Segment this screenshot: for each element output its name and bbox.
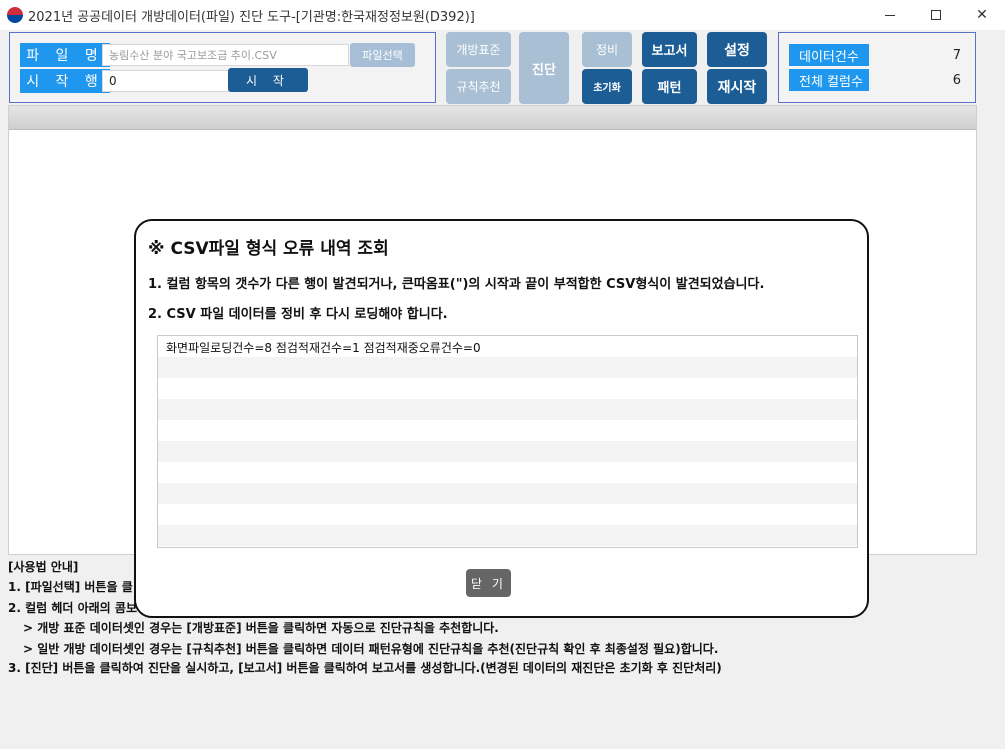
dialog-title: ※ CSV파일 형식 오류 내역 조회 bbox=[148, 239, 389, 259]
rule-recommend-button[interactable]: 규칙추천 bbox=[446, 69, 511, 104]
maximize-icon bbox=[931, 10, 941, 20]
minimize-icon bbox=[885, 14, 895, 16]
error-list[interactable]: 화면파일로딩건수=8 점검적재건수=1 점검적재중오류건수=0 bbox=[157, 335, 858, 548]
list-item bbox=[158, 462, 857, 483]
list-item bbox=[158, 357, 857, 378]
guide-line-2: 2. 컬럼 헤더 아래의 콤보 bbox=[8, 601, 137, 615]
maximize-button[interactable] bbox=[913, 0, 959, 30]
csv-error-dialog: ※ CSV파일 형식 오류 내역 조회 1. 컬럼 항목의 갯수가 다른 행이 … bbox=[134, 219, 869, 618]
list-item bbox=[158, 420, 857, 441]
diagnose-button[interactable]: 진단 bbox=[519, 32, 569, 104]
cleanup-button[interactable]: 정비 bbox=[582, 32, 632, 67]
guide-line-2a: > 개방 표준 데이터셋인 경우는 [개방표준] 버튼을 클릭하면 자동으로 진… bbox=[23, 621, 499, 635]
file-select-button[interactable]: 파일선택 bbox=[350, 43, 415, 67]
guide-line-2b: > 일반 개방 데이터셋인 경우는 [규칙추천] 버튼을 클릭하면 데이터 패턴… bbox=[23, 642, 719, 656]
close-window-button[interactable]: ✕ bbox=[959, 0, 1005, 30]
list-item bbox=[158, 378, 857, 399]
list-item bbox=[158, 525, 857, 546]
guide-heading: [사용법 안내] bbox=[8, 560, 79, 574]
list-item bbox=[158, 483, 857, 504]
dialog-message-2: 2. CSV 파일 데이터를 정비 후 다시 로딩해야 합니다. bbox=[148, 307, 448, 322]
dialog-close-button[interactable]: 닫 기 bbox=[466, 569, 511, 597]
start-button[interactable]: 시 작 bbox=[228, 68, 308, 92]
file-name-label: 파 일 명 bbox=[20, 43, 110, 67]
list-item bbox=[158, 441, 857, 462]
settings-button[interactable]: 설정 bbox=[707, 32, 767, 67]
taegeuk-icon bbox=[7, 7, 23, 23]
file-name-field[interactable]: 농림수산 분야 국고보조금 추이.CSV bbox=[102, 44, 349, 66]
open-standard-button[interactable]: 개방표준 bbox=[446, 32, 511, 67]
list-item bbox=[158, 504, 857, 525]
start-row-input[interactable]: 0 bbox=[102, 70, 229, 92]
report-button[interactable]: 보고서 bbox=[642, 32, 697, 67]
stats-panel: 데이터건수 7 전체 컬럼수 6 bbox=[778, 32, 976, 103]
minimize-button[interactable] bbox=[867, 0, 913, 30]
start-row-label: 시 작 행 bbox=[20, 69, 110, 93]
list-item[interactable]: 화면파일로딩건수=8 점검적재건수=1 점검적재중오류건수=0 bbox=[158, 336, 857, 357]
dialog-message-1: 1. 컬럼 항목의 갯수가 다른 행이 발견되거나, 큰따옴표(")의 시작과 … bbox=[148, 277, 765, 292]
title-bar: 2021년 공공데이터 개방데이터(파일) 진단 도구-[기관명:한국재정정보원… bbox=[0, 0, 1005, 30]
pattern-button[interactable]: 패턴 bbox=[642, 69, 697, 104]
list-item-text: 화면파일로딩건수=8 점검적재건수=1 점검적재중오류건수=0 bbox=[166, 341, 481, 355]
close-icon: ✕ bbox=[976, 7, 988, 23]
data-count-value: 7 bbox=[952, 47, 961, 63]
guide-line-1: 1. [파일선택] 버튼을 클 bbox=[8, 580, 133, 594]
list-item bbox=[158, 399, 857, 420]
column-count-value: 6 bbox=[952, 72, 961, 88]
column-count-label: 전체 컬럼수 bbox=[789, 69, 869, 91]
reset-button[interactable]: 초기화 bbox=[582, 69, 632, 104]
data-count-label: 데이터건수 bbox=[789, 44, 869, 66]
grid-header bbox=[9, 106, 976, 130]
guide-line-3: 3. [진단] 버튼을 클릭하여 진단을 실시하고, [보고서] 버튼을 클릭하… bbox=[8, 661, 722, 675]
restart-button[interactable]: 재시작 bbox=[707, 69, 767, 104]
file-panel: 파 일 명 농림수산 분야 국고보조금 추이.CSV 파일선택 시 작 행 0 … bbox=[9, 32, 436, 103]
window-title: 2021년 공공데이터 개방데이터(파일) 진단 도구-[기관명:한국재정정보원… bbox=[28, 10, 475, 25]
